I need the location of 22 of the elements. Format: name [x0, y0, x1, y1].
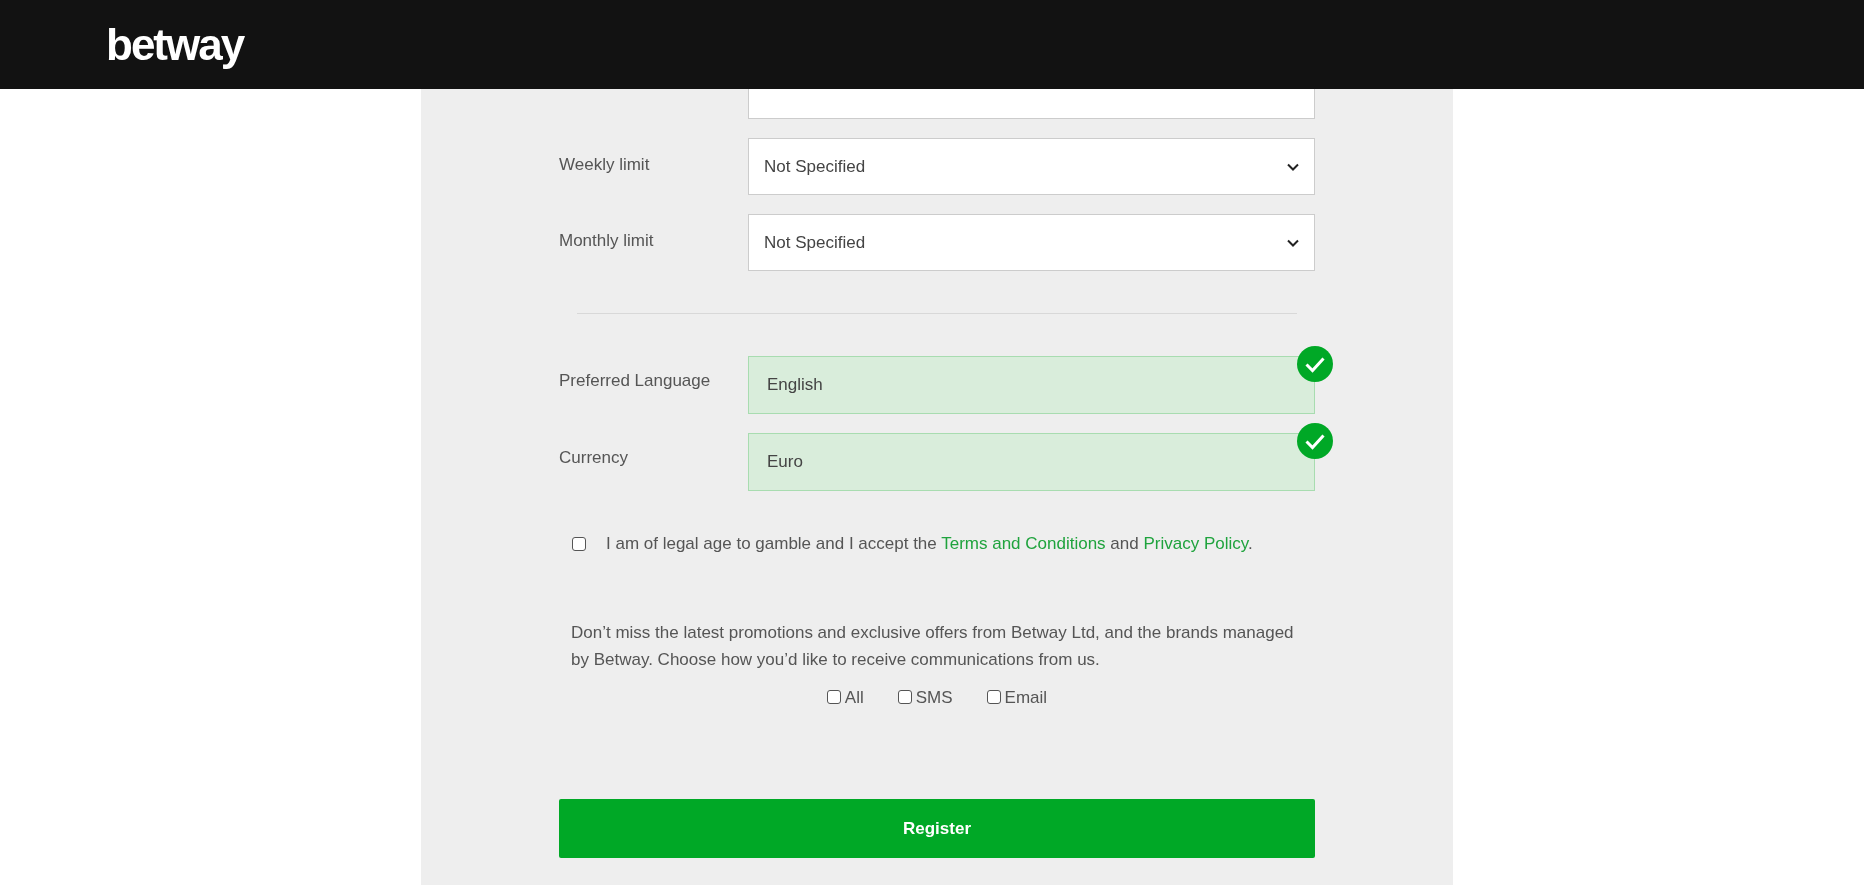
checkmark-icon — [1297, 346, 1333, 382]
option-label: Email — [1004, 686, 1048, 709]
limit-select[interactable]: Not Specified — [748, 138, 1315, 195]
marketing-text: Don’t miss the latest promotions and exclusive offers from Betway Ltd, and the brands managed by Betway. Choose how you’d like to receive communications from us. — [570, 621, 1295, 671]
select-field[interactable]: Euro — [748, 433, 1315, 491]
chevron-down-icon — [1287, 238, 1299, 247]
limit-select[interactable]: Not Specified — [748, 214, 1315, 271]
option-label: SMS — [915, 686, 953, 709]
field-label: Currency — [559, 447, 629, 470]
option-label: All — [844, 686, 864, 709]
option-checkbox[interactable] — [897, 690, 912, 705]
chevron-down-icon — [1287, 162, 1299, 171]
field-label: Monthly limit — [559, 230, 655, 253]
checkmark-icon — [1297, 423, 1333, 459]
option-checkbox[interactable] — [986, 690, 1001, 705]
select-field[interactable]: English — [748, 356, 1315, 414]
field-label: Weekly limit — [559, 154, 651, 177]
option-checkbox[interactable] — [826, 690, 841, 705]
terms-text: I am of legal age to gamble and I accept the Terms and Conditions and Privacy Policy. — [606, 533, 1253, 555]
terms-checkbox[interactable] — [572, 536, 586, 551]
logo[interactable]: betway — [106, 22, 244, 67]
field-label: Preferred Language — [559, 370, 712, 393]
